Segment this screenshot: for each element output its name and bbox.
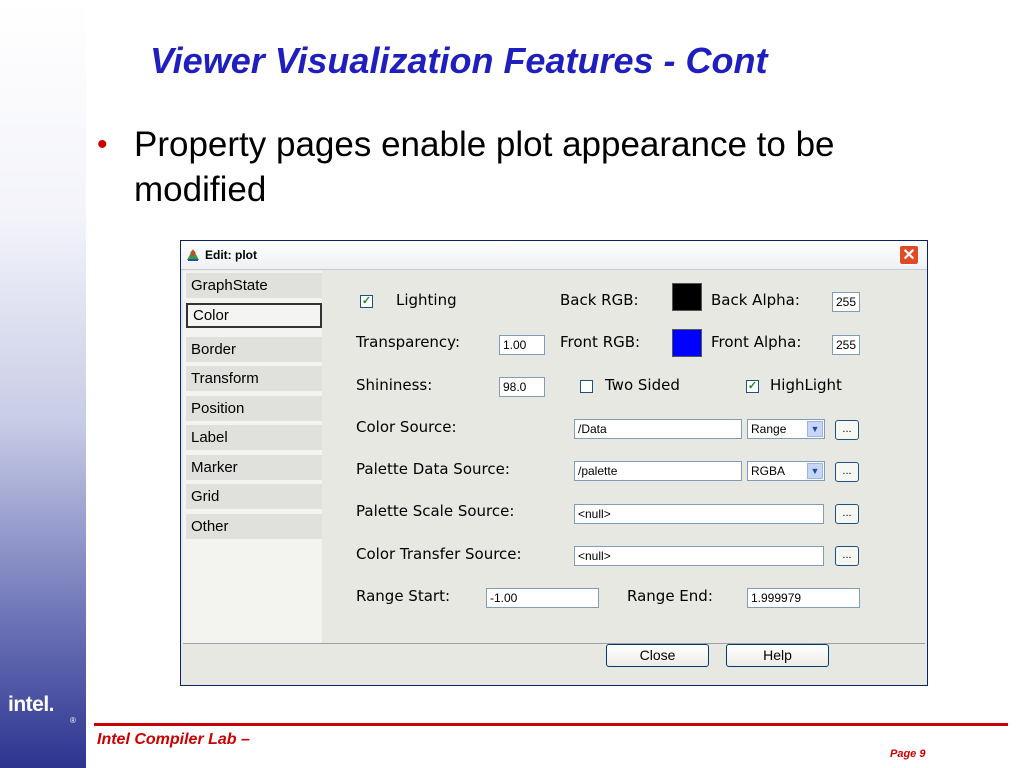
dialog-titlebar[interactable]: Edit: plot ✕: [181, 241, 927, 270]
chevron-down-icon[interactable]: ▼: [807, 421, 823, 437]
app-icon: [187, 249, 199, 261]
bullet-icon: •: [97, 128, 108, 161]
footer-text: Intel Compiler Lab –: [97, 731, 250, 748]
highlight-label: HighLight: [770, 376, 842, 394]
transparency-label: Transparency:: [356, 333, 461, 351]
nav-item-transform[interactable]: Transform: [186, 366, 322, 391]
nav-item-color[interactable]: Color: [186, 303, 322, 328]
transparency-input[interactable]: 1.00: [499, 335, 545, 355]
two-sided-checkbox[interactable]: [580, 380, 593, 393]
front-alpha-input[interactable]: 255: [832, 335, 860, 355]
slide-sidebar: intel. ®: [0, 0, 86, 768]
palette-data-label: Palette Data Source:: [356, 460, 510, 478]
range-end-label: Range End:: [627, 587, 713, 605]
close-button[interactable]: Close: [606, 644, 709, 667]
nav-item-label[interactable]: Label: [186, 425, 322, 450]
palette-data-browse-button[interactable]: ...: [835, 462, 859, 482]
edit-plot-dialog: Edit: plot ✕ GraphState Color Border Tra…: [180, 240, 928, 686]
shininess-input[interactable]: 98.0: [499, 377, 545, 397]
lighting-label: Lighting: [396, 291, 457, 309]
bullet-text: Property pages enable plot appearance to…: [134, 125, 835, 209]
front-rgb-swatch[interactable]: [672, 329, 702, 357]
palette-scale-input[interactable]: <null>: [574, 504, 824, 524]
back-alpha-input[interactable]: 255: [832, 292, 860, 312]
range-start-label: Range Start:: [356, 587, 451, 605]
nav-item-position[interactable]: Position: [186, 396, 322, 421]
close-window-icon[interactable]: ✕: [899, 245, 919, 265]
highlight-checkbox[interactable]: ✓: [746, 380, 759, 393]
palette-data-mode-value: RGBA: [751, 464, 786, 478]
help-button[interactable]: Help: [726, 644, 829, 667]
palette-data-input[interactable]: /palette: [574, 461, 742, 481]
dialog-title: Edit: plot: [205, 248, 257, 262]
footer-divider: [94, 723, 1008, 726]
intel-registered-mark: ®: [70, 716, 76, 725]
property-page-list: GraphState Color Border Transform Positi…: [183, 271, 322, 643]
back-rgb-label: Back RGB:: [560, 291, 639, 309]
color-transfer-browse-button[interactable]: ...: [835, 546, 859, 566]
two-sided-label: Two Sided: [605, 376, 680, 394]
slide-title: Viewer Visualization Features - Cont: [150, 40, 768, 81]
palette-data-mode-select[interactable]: RGBA ▼: [747, 461, 825, 481]
shininess-label: Shininess:: [356, 376, 433, 394]
color-source-mode-value: Range: [751, 422, 787, 436]
front-alpha-label: Front Alpha:: [711, 333, 802, 351]
nav-item-border[interactable]: Border: [186, 337, 322, 362]
front-rgb-label: Front RGB:: [560, 333, 641, 351]
back-alpha-label: Back Alpha:: [711, 291, 800, 309]
color-source-mode-select[interactable]: Range ▼: [747, 419, 825, 439]
intel-logo: intel.: [8, 693, 55, 716]
chevron-down-icon[interactable]: ▼: [807, 463, 823, 479]
range-start-input[interactable]: -1.00: [486, 588, 599, 608]
range-end-input[interactable]: 1.999979: [747, 588, 860, 608]
color-transfer-label: Color Transfer Source:: [356, 545, 522, 563]
palette-scale-browse-button[interactable]: ...: [835, 504, 859, 524]
color-source-input[interactable]: /Data: [574, 419, 742, 439]
nav-item-other[interactable]: Other: [186, 514, 322, 539]
nav-item-grid[interactable]: Grid: [186, 484, 322, 509]
color-source-browse-button[interactable]: ...: [835, 420, 859, 440]
color-transfer-input[interactable]: <null>: [574, 546, 824, 566]
back-rgb-swatch[interactable]: [672, 283, 702, 311]
color-source-label: Color Source:: [356, 418, 457, 436]
nav-item-marker[interactable]: Marker: [186, 455, 322, 480]
page-number: Page 9: [890, 748, 926, 760]
nav-item-graphstate[interactable]: GraphState: [186, 273, 322, 298]
lighting-checkbox[interactable]: ✓: [360, 295, 373, 308]
palette-scale-label: Palette Scale Source:: [356, 502, 515, 520]
